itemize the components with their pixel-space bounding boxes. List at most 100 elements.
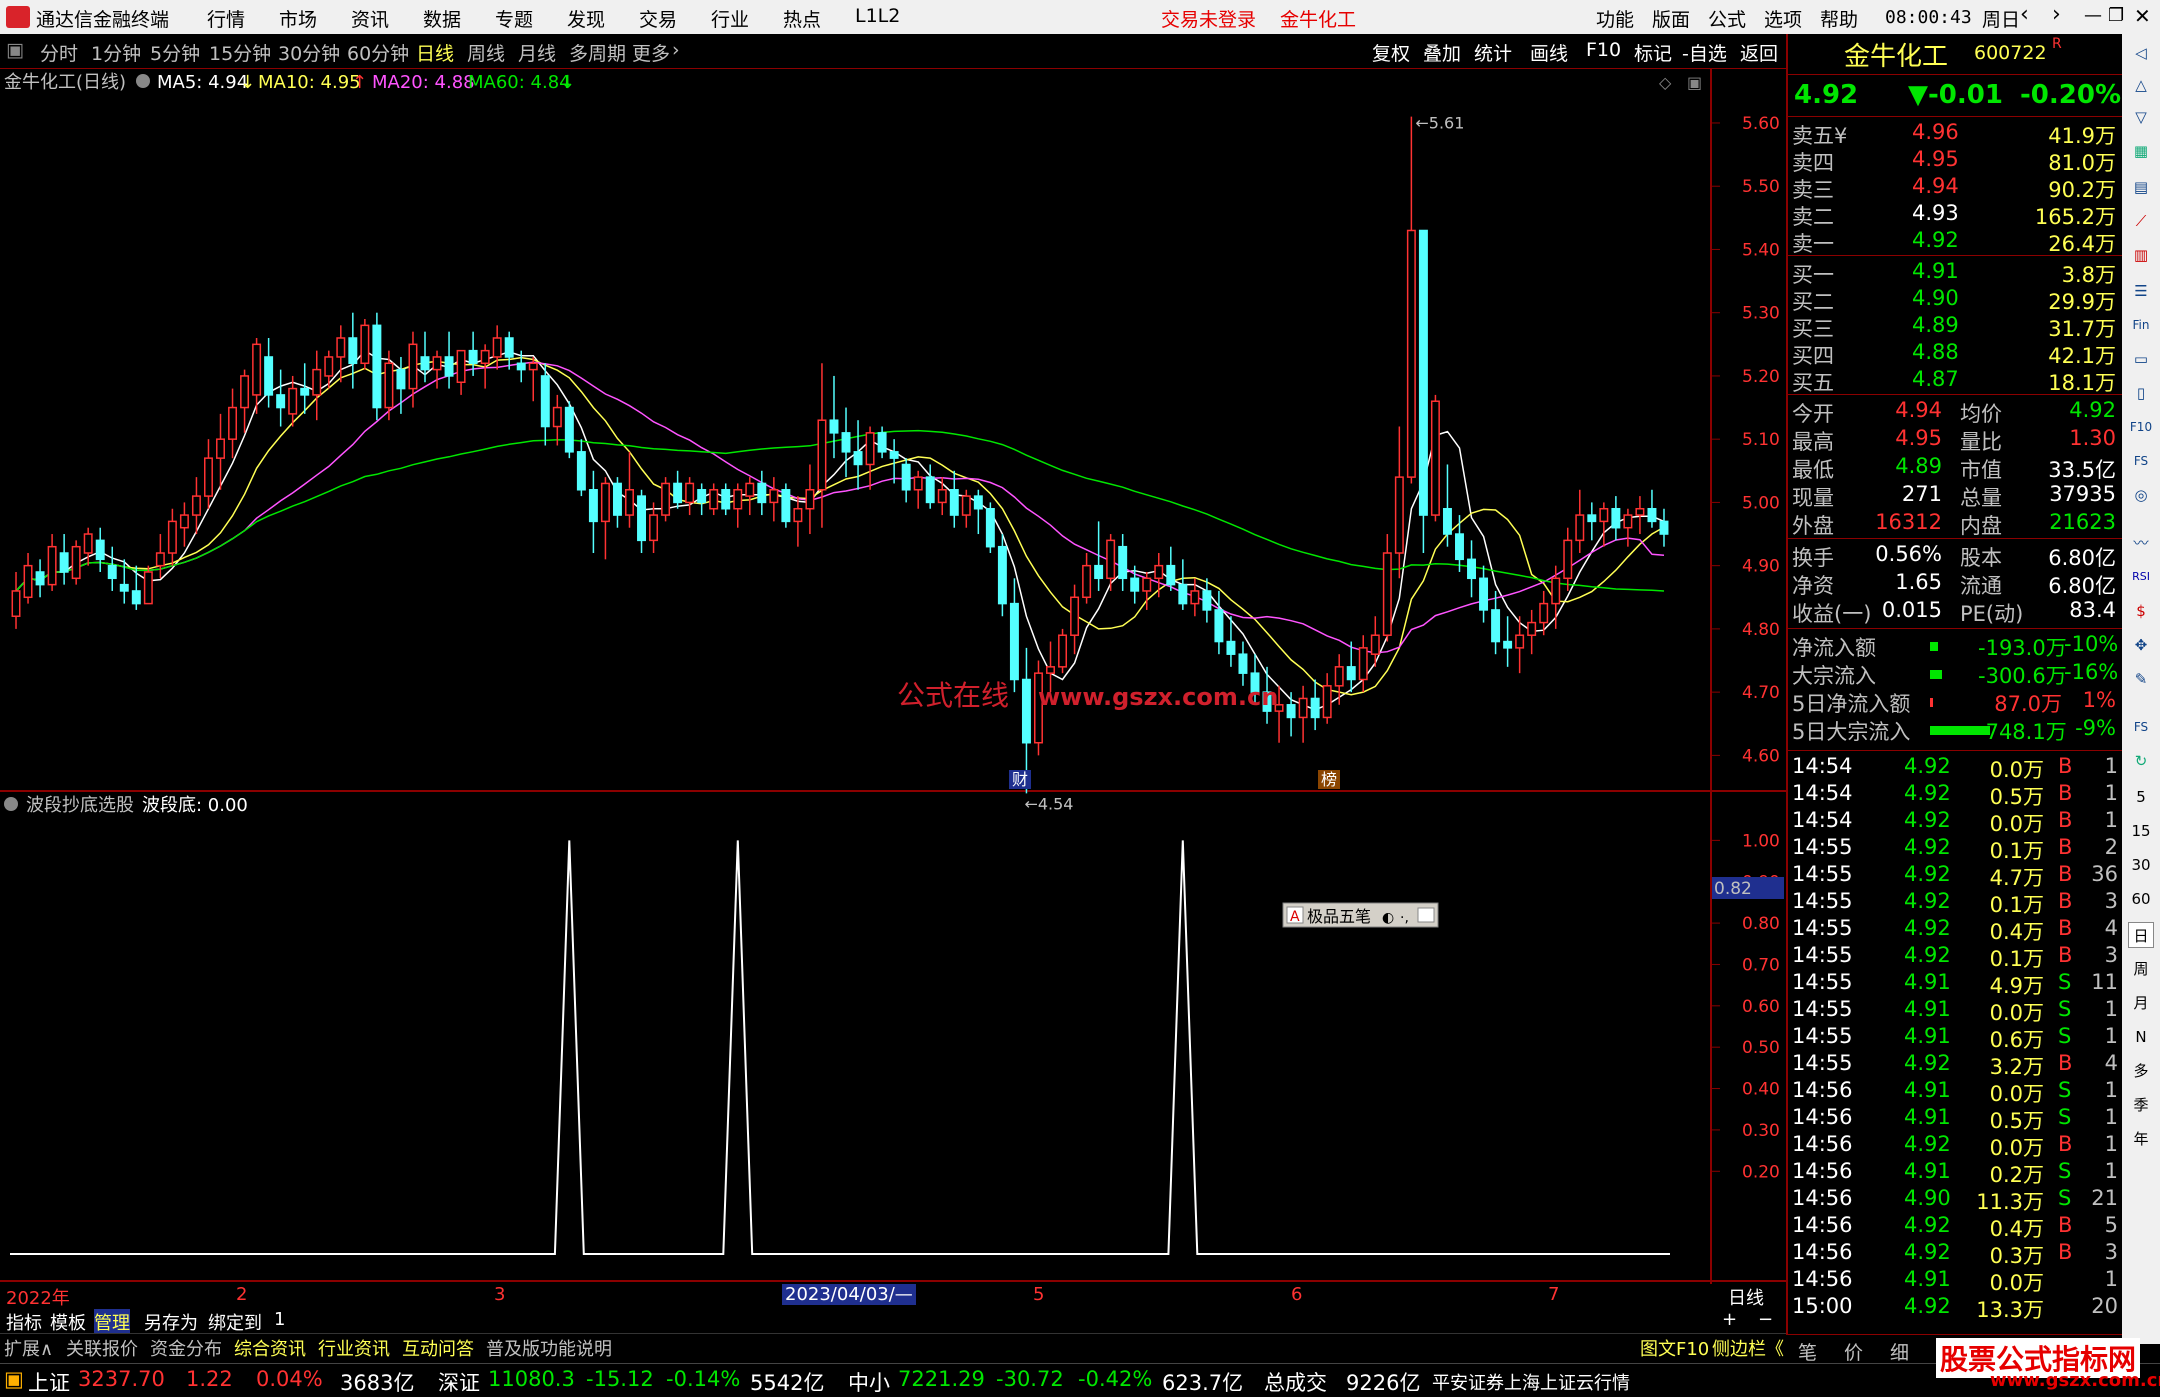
tab-ticks[interactable]: 笔 — [1798, 1338, 1817, 1365]
side-period-multi[interactable]: 多 — [2128, 1058, 2154, 1084]
period-15min[interactable]: 15分钟 — [209, 39, 271, 66]
tab-indicator[interactable]: 指标 — [6, 1309, 42, 1335]
forward-icon[interactable]: › — [2052, 2, 2061, 27]
side-period-30[interactable]: 30 — [2128, 852, 2154, 878]
restore-icon[interactable]: ❐ — [2108, 5, 2124, 26]
fs2-icon[interactable]: FS — [2128, 714, 2154, 740]
period-monthly[interactable]: 月线 — [518, 39, 556, 66]
circle-icon[interactable]: ◎ — [2128, 482, 2154, 508]
side-period-5[interactable]: 5 — [2128, 784, 2154, 810]
action-draw[interactable]: 画线 — [1530, 39, 1568, 66]
money-icon[interactable]: $ — [2128, 598, 2154, 624]
tab-save-as[interactable]: 另存为 — [144, 1309, 198, 1335]
tab-bind-to[interactable]: 绑定到 — [208, 1309, 262, 1335]
arrow-down-icon[interactable]: ▽ — [2128, 104, 2154, 130]
minimize-icon[interactable]: — — [2084, 5, 2102, 26]
action-mark[interactable]: 标记 — [1634, 39, 1672, 66]
ime-moon-icon[interactable]: ◐ — [1382, 910, 1394, 926]
menu-item-hot[interactable]: 热点 — [783, 5, 821, 32]
menu-item-market[interactable]: 行情 — [207, 5, 245, 32]
menu-item-exchange[interactable]: 市场 — [279, 5, 317, 32]
tool-help[interactable]: 普及版功能说明 — [486, 1335, 612, 1361]
tool-industry-news[interactable]: 行业资讯 — [318, 1335, 390, 1361]
index-sz-name[interactable]: 深证 — [438, 1367, 480, 1397]
table-icon[interactable]: ▤ — [2128, 174, 2154, 200]
menu-item-news[interactable]: 资讯 — [351, 5, 389, 32]
period-1min[interactable]: 1分钟 — [91, 39, 141, 66]
fs-icon[interactable]: FS — [2128, 448, 2154, 474]
f10-icon[interactable]: F10 — [2128, 414, 2154, 440]
tab-detail[interactable]: 细 — [1890, 1338, 1909, 1365]
action-overlay[interactable]: 叠加 — [1423, 39, 1461, 66]
status-icon[interactable]: ▣ — [4, 1367, 24, 1391]
diamond-icon[interactable]: ◇ — [1659, 73, 1672, 92]
action-back[interactable]: 返回 — [1740, 39, 1778, 66]
back-icon[interactable]: ‹ — [2020, 2, 2029, 27]
rsi-icon[interactable]: RSI — [2128, 564, 2154, 590]
side-period-month[interactable]: 月 — [2128, 990, 2154, 1016]
tool-general-news[interactable]: 综合资讯 — [234, 1335, 306, 1361]
pen-icon[interactable]: ✎ — [2128, 666, 2154, 692]
tool-f10[interactable]: 图文F10 — [1640, 1335, 1709, 1361]
chevron-right-icon[interactable]: › — [672, 39, 680, 61]
indicator-settings-icon[interactable] — [4, 797, 18, 811]
period-daily[interactable]: 日线 — [416, 39, 454, 66]
page-icon[interactable]: ▯ — [2128, 380, 2154, 406]
action-adjust[interactable]: 复权 — [1372, 39, 1410, 66]
side-period-n[interactable]: N — [2128, 1024, 2154, 1050]
menu-item-l1l2[interactable]: L1L2 — [855, 5, 900, 27]
move-icon[interactable]: ✥ — [2128, 632, 2154, 658]
menu-item-help[interactable]: 帮助 — [1820, 5, 1858, 32]
tool-sidebar[interactable]: 侧边栏《 — [1712, 1335, 1784, 1361]
side-period-week[interactable]: 周 — [2128, 956, 2154, 982]
arrow-left-icon[interactable]: ◁ — [2128, 40, 2154, 66]
period-30min[interactable]: 30分钟 — [278, 39, 340, 66]
period-more[interactable]: 更多 — [632, 39, 670, 66]
login-status[interactable]: 交易未登录 — [1161, 5, 1256, 32]
refresh-icon[interactable]: ↻ — [2128, 748, 2154, 774]
tab-count[interactable]: 1 — [274, 1309, 285, 1330]
zoom-out-icon[interactable]: − — [1758, 1309, 1773, 1330]
tab-manage[interactable]: 管理 — [94, 1309, 130, 1335]
doc-icon[interactable]: ▭ — [2128, 346, 2154, 372]
index-sme-name[interactable]: 中小 — [848, 1367, 890, 1397]
menu-item-industry[interactable]: 行业 — [711, 5, 749, 32]
ime-keyboard-icon[interactable] — [1417, 907, 1435, 923]
tool-fund-distribution[interactable]: 资金分布 — [150, 1335, 222, 1361]
fin-icon[interactable]: Fin — [2128, 312, 2154, 338]
tool-qa[interactable]: 互动问答 — [402, 1335, 474, 1361]
close-icon[interactable]: ✕ — [2134, 4, 2151, 28]
menu-item-layout[interactable]: 版面 — [1652, 5, 1690, 32]
rank-marker[interactable]: 榜 — [1321, 770, 1337, 789]
menu-item-topics[interactable]: 专题 — [495, 5, 533, 32]
menu-item-formula[interactable]: 公式 — [1708, 5, 1746, 32]
side-period-day[interactable]: 日 — [2128, 922, 2154, 948]
period-multi[interactable]: 多周期 — [569, 39, 626, 66]
tool-expand[interactable]: 扩展∧ — [4, 1335, 53, 1361]
index-sh-name[interactable]: 上证 — [28, 1367, 70, 1397]
menu-item-function[interactable]: 功能 — [1596, 5, 1634, 32]
menu-item-data[interactable]: 数据 — [423, 5, 461, 32]
action-f10[interactable]: F10 — [1586, 39, 1621, 61]
chart-settings-icon[interactable] — [136, 74, 150, 88]
panel-icon[interactable]: ▣ — [1687, 73, 1702, 92]
period-weekly[interactable]: 周线 — [467, 39, 505, 66]
pulse-icon[interactable]: 〰 — [2128, 530, 2154, 556]
menu-item-discover[interactable]: 发现 — [567, 5, 605, 32]
period-60min[interactable]: 60分钟 — [347, 39, 409, 66]
period-intraday[interactable]: 分时 — [40, 39, 78, 66]
action-remove-watchlist[interactable]: -自选 — [1682, 39, 1727, 66]
ime-punct-icon[interactable]: ·, — [1400, 910, 1409, 926]
period-5min[interactable]: 5分钟 — [150, 39, 200, 66]
action-stats[interactable]: 统计 — [1474, 39, 1512, 66]
side-period-quarter[interactable]: 季 — [2128, 1092, 2154, 1118]
line-chart-icon[interactable]: ⟋ — [2128, 208, 2154, 234]
chart-area[interactable]: 金牛化工(日线) MA5: 4.94 ↓ MA10: 4.95 ↑ MA20: … — [0, 69, 1786, 1284]
grid-icon[interactable]: ▦ — [2128, 138, 2154, 164]
side-period-60[interactable]: 60 — [2128, 886, 2154, 912]
broker-name[interactable]: 平安证券上海上证云行情 — [1432, 1369, 1630, 1395]
side-period-year[interactable]: 年 — [2128, 1126, 2154, 1152]
tab-template[interactable]: 模板 — [50, 1309, 86, 1335]
tool-related-quotes[interactable]: 关联报价 — [66, 1335, 138, 1361]
arrow-up-icon[interactable]: △ — [2128, 72, 2154, 98]
